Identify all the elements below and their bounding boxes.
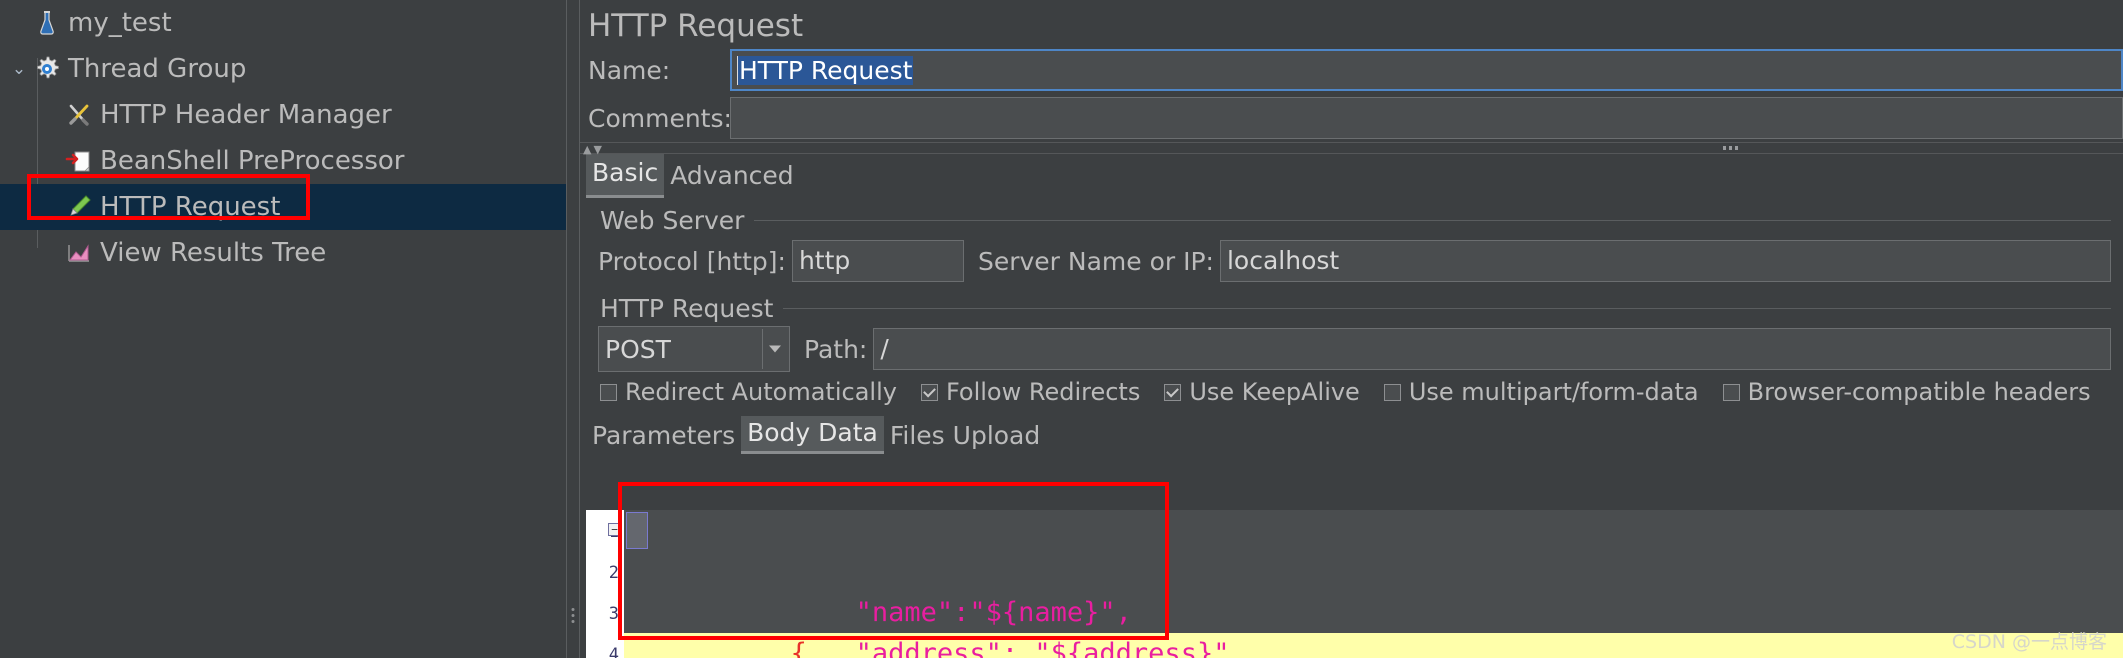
flask-icon <box>32 8 62 38</box>
name-input[interactable]: HTTP Request <box>730 49 2123 91</box>
tree-item-label: my_test <box>68 8 172 38</box>
tree-item-my-test[interactable]: my_test <box>0 0 566 46</box>
checkbox-box[interactable] <box>600 383 617 401</box>
checkbox-box[interactable] <box>920 383 938 401</box>
vertical-splitter[interactable] <box>566 0 580 658</box>
chart-icon <box>64 238 94 268</box>
horizontal-splitter-grip[interactable] <box>1723 146 1738 150</box>
protocol-input[interactable]: http <box>791 240 964 282</box>
tree-item-label: Thread Group <box>68 54 247 84</box>
checkbox-browser-compatible-headers[interactable]: Browser-compatible headers <box>1722 378 2091 406</box>
tab-files-upload[interactable]: Files Upload <box>884 419 1046 454</box>
tree-item-http-request[interactable]: HTTP Request <box>0 184 566 230</box>
web-server-group-title: Web Server <box>594 204 2111 236</box>
tree-item-http-header-manager[interactable]: HTTP Header Manager <box>0 92 566 138</box>
checkbox-follow-redirects[interactable]: Follow Redirects <box>920 378 1141 406</box>
tab-body-data[interactable]: Body Data <box>741 416 884 454</box>
page-title: HTTP Request <box>588 8 804 44</box>
basic-advanced-tabbar[interactable]: Basic Advanced <box>580 153 2123 198</box>
pencil-icon <box>64 192 94 222</box>
checkbox-label: Use KeepAlive <box>1189 378 1360 406</box>
test-plan-tree[interactable]: my_test ⌄ Thread Group HTTP Header Manag… <box>0 0 566 658</box>
combo-separator <box>762 329 763 369</box>
name-label: Name: <box>588 55 671 85</box>
tree-item-label: HTTP Header Manager <box>100 100 392 130</box>
path-input[interactable]: / <box>873 328 2111 370</box>
http-request-group: HTTP Request POST Path: / Redirect Autom… <box>594 292 2111 410</box>
code-line-text: "address": "${address}" <box>790 638 1230 658</box>
splitter-collapse-arrows-icon[interactable]: ▲▼ <box>583 143 604 156</box>
body-tabbar[interactable]: Parameters Body Data Files Upload <box>580 414 2123 454</box>
comments-field-row: Comments: <box>580 94 2123 142</box>
tab-advanced[interactable]: Advanced <box>664 156 800 198</box>
jmeter-window: my_test ⌄ Thread Group HTTP Header Manag… <box>0 0 2123 658</box>
line-number: 3 <box>608 604 619 624</box>
web-server-group: Web Server Protocol [http]: http Server … <box>594 204 2111 286</box>
line-number: 2 <box>608 563 619 583</box>
tab-parameters[interactable]: Parameters <box>586 419 741 454</box>
method-select-value: POST <box>605 334 671 364</box>
tree-item-beanshell-preprocessor[interactable]: BeanShell PreProcessor <box>0 138 566 184</box>
group-title-text: Web Server <box>594 205 755 235</box>
tree-twisty-thread-group[interactable]: ⌄ <box>6 59 32 79</box>
protocol-label: Protocol [http]: <box>598 246 786 276</box>
checkbox-label: Use multipart/form-data <box>1408 378 1699 406</box>
tree-item-label: View Results Tree <box>100 238 327 268</box>
comments-label: Comments: <box>588 103 732 133</box>
server-name-input[interactable]: localhost <box>1219 240 2111 282</box>
beanshell-icon <box>64 146 94 176</box>
body-data-editor[interactable]: 1 2 3 4 5 − { "name":"${name}", "address… <box>586 510 2123 658</box>
tree-item-thread-group[interactable]: ⌄ Thread Group <box>0 46 566 92</box>
server-name-label: Server Name or IP: <box>977 246 1214 276</box>
code-line-1[interactable]: − { <box>608 510 2123 658</box>
tree-item-view-results-tree[interactable]: View Results Tree <box>0 230 566 276</box>
editor-caret-highlight <box>626 512 648 549</box>
checkbox-redirect-automatically[interactable]: Redirect Automatically <box>600 378 897 406</box>
checkbox-label: Follow Redirects <box>945 378 1141 406</box>
checkbox-use-multipart-form-data[interactable]: Use multipart/form-data <box>1383 378 1699 406</box>
code-line-text: "name":"${name}", <box>790 597 1132 628</box>
web-server-row: Protocol [http]: http Server Name or IP:… <box>594 236 2111 286</box>
line-number: 4 <box>608 645 619 658</box>
chevron-down-icon[interactable] <box>769 345 781 353</box>
code-line-text: { <box>790 638 807 658</box>
checkbox-label: Browser-compatible headers <box>1747 378 2091 406</box>
request-options-checkboxes: Redirect Automatically Follow Redirects … <box>594 374 2111 410</box>
name-input-value: HTTP Request <box>737 56 914 85</box>
group-rule <box>594 308 2111 309</box>
name-field-row: Name: HTTP Request <box>580 46 2123 94</box>
splitter-grip[interactable] <box>571 608 575 623</box>
method-select[interactable]: POST <box>598 326 790 372</box>
comments-input[interactable] <box>730 97 2123 139</box>
method-path-row: POST Path: / <box>594 324 2111 374</box>
http-request-group-title: HTTP Request <box>594 292 2111 324</box>
checkbox-box[interactable] <box>1722 383 1740 401</box>
path-label: Path: <box>804 334 868 364</box>
tree-item-label: HTTP Request <box>100 192 281 222</box>
group-rule <box>594 220 2111 221</box>
http-request-editor-panel: HTTP Request Name: HTTP Request Comments… <box>580 0 2123 658</box>
editor-code-area[interactable]: − { "name":"${name}", "address": "${addr… <box>608 510 2123 658</box>
tree-item-label: BeanShell PreProcessor <box>100 146 405 176</box>
checkbox-label: Redirect Automatically <box>625 378 897 406</box>
watermark: CSDN @一点博客 <box>1951 631 2107 653</box>
horizontal-splitter[interactable]: ▲▼ <box>580 142 2123 156</box>
gear-icon <box>32 54 62 84</box>
group-title-text: HTTP Request <box>594 293 784 323</box>
tab-basic[interactable]: Basic <box>586 153 665 198</box>
tools-icon <box>64 100 94 130</box>
checkbox-box[interactable] <box>1383 383 1401 401</box>
checkbox-box[interactable] <box>1164 383 1182 401</box>
code-fold-icon[interactable]: − <box>608 523 621 536</box>
checkbox-use-keepalive[interactable]: Use KeepAlive <box>1164 378 1360 406</box>
code-line-2[interactable]: "name":"${name}", <box>624 551 2123 628</box>
